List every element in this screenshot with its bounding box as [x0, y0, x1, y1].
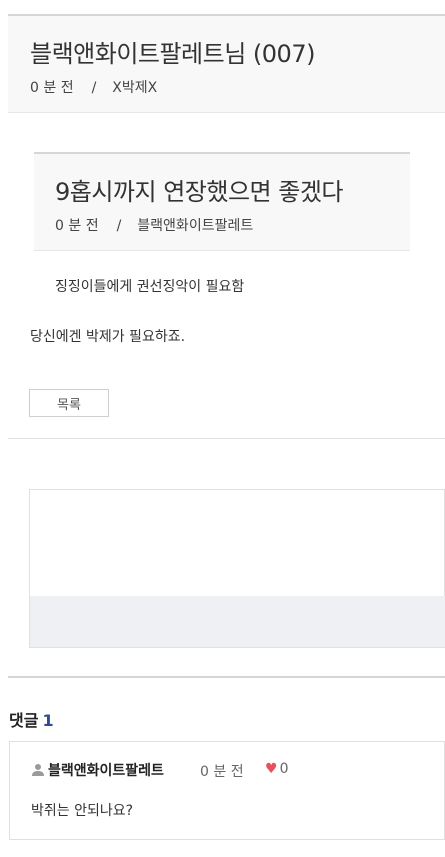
quoted-post-body: 징징이들에게 권선징악이 필요함	[55, 279, 245, 295]
post-title: 블랙앤화이트팔레트님 (007)	[30, 40, 315, 68]
list-button[interactable]: 목록	[29, 389, 109, 417]
post-author[interactable]: X박제X	[112, 80, 157, 96]
comment-item	[9, 741, 445, 840]
comment-time: 0 분 전	[200, 764, 244, 780]
comment-like-count: 0	[279, 761, 289, 777]
ad-footer	[30, 596, 445, 647]
divider	[8, 438, 445, 439]
comments-count: 1	[42, 711, 54, 730]
comments-heading: 댓글 1	[9, 707, 54, 731]
post-meta: 0 분 전 / X박제X	[30, 77, 157, 97]
comments-label: 댓글	[9, 711, 39, 730]
quoted-post-title[interactable]: 9홉시까지 연장했으면 좋겠다	[55, 172, 344, 207]
comments-divider	[8, 676, 445, 678]
post-time: 0 분 전	[30, 80, 74, 96]
quoted-post-meta: 0 분 전 / 블랙앤화이트팔레트	[55, 215, 253, 235]
quoted-post-author[interactable]: 블랙앤화이트팔레트	[137, 218, 253, 234]
comment-like-button[interactable]: ♥ 0	[265, 761, 288, 777]
comment-author[interactable]: 블랙앤화이트팔레트	[31, 760, 164, 780]
heart-icon: ♥	[265, 761, 278, 777]
meta-separator: /	[116, 218, 122, 234]
user-icon	[31, 763, 45, 777]
quoted-post-time: 0 분 전	[55, 218, 99, 234]
comment-author-name: 블랙앤화이트팔레트	[48, 763, 164, 779]
comment-text: 박쥐는 안되나요?	[31, 803, 134, 819]
post-body: 당신에겐 박제가 필요하죠.	[30, 329, 186, 345]
meta-separator: /	[91, 80, 97, 96]
